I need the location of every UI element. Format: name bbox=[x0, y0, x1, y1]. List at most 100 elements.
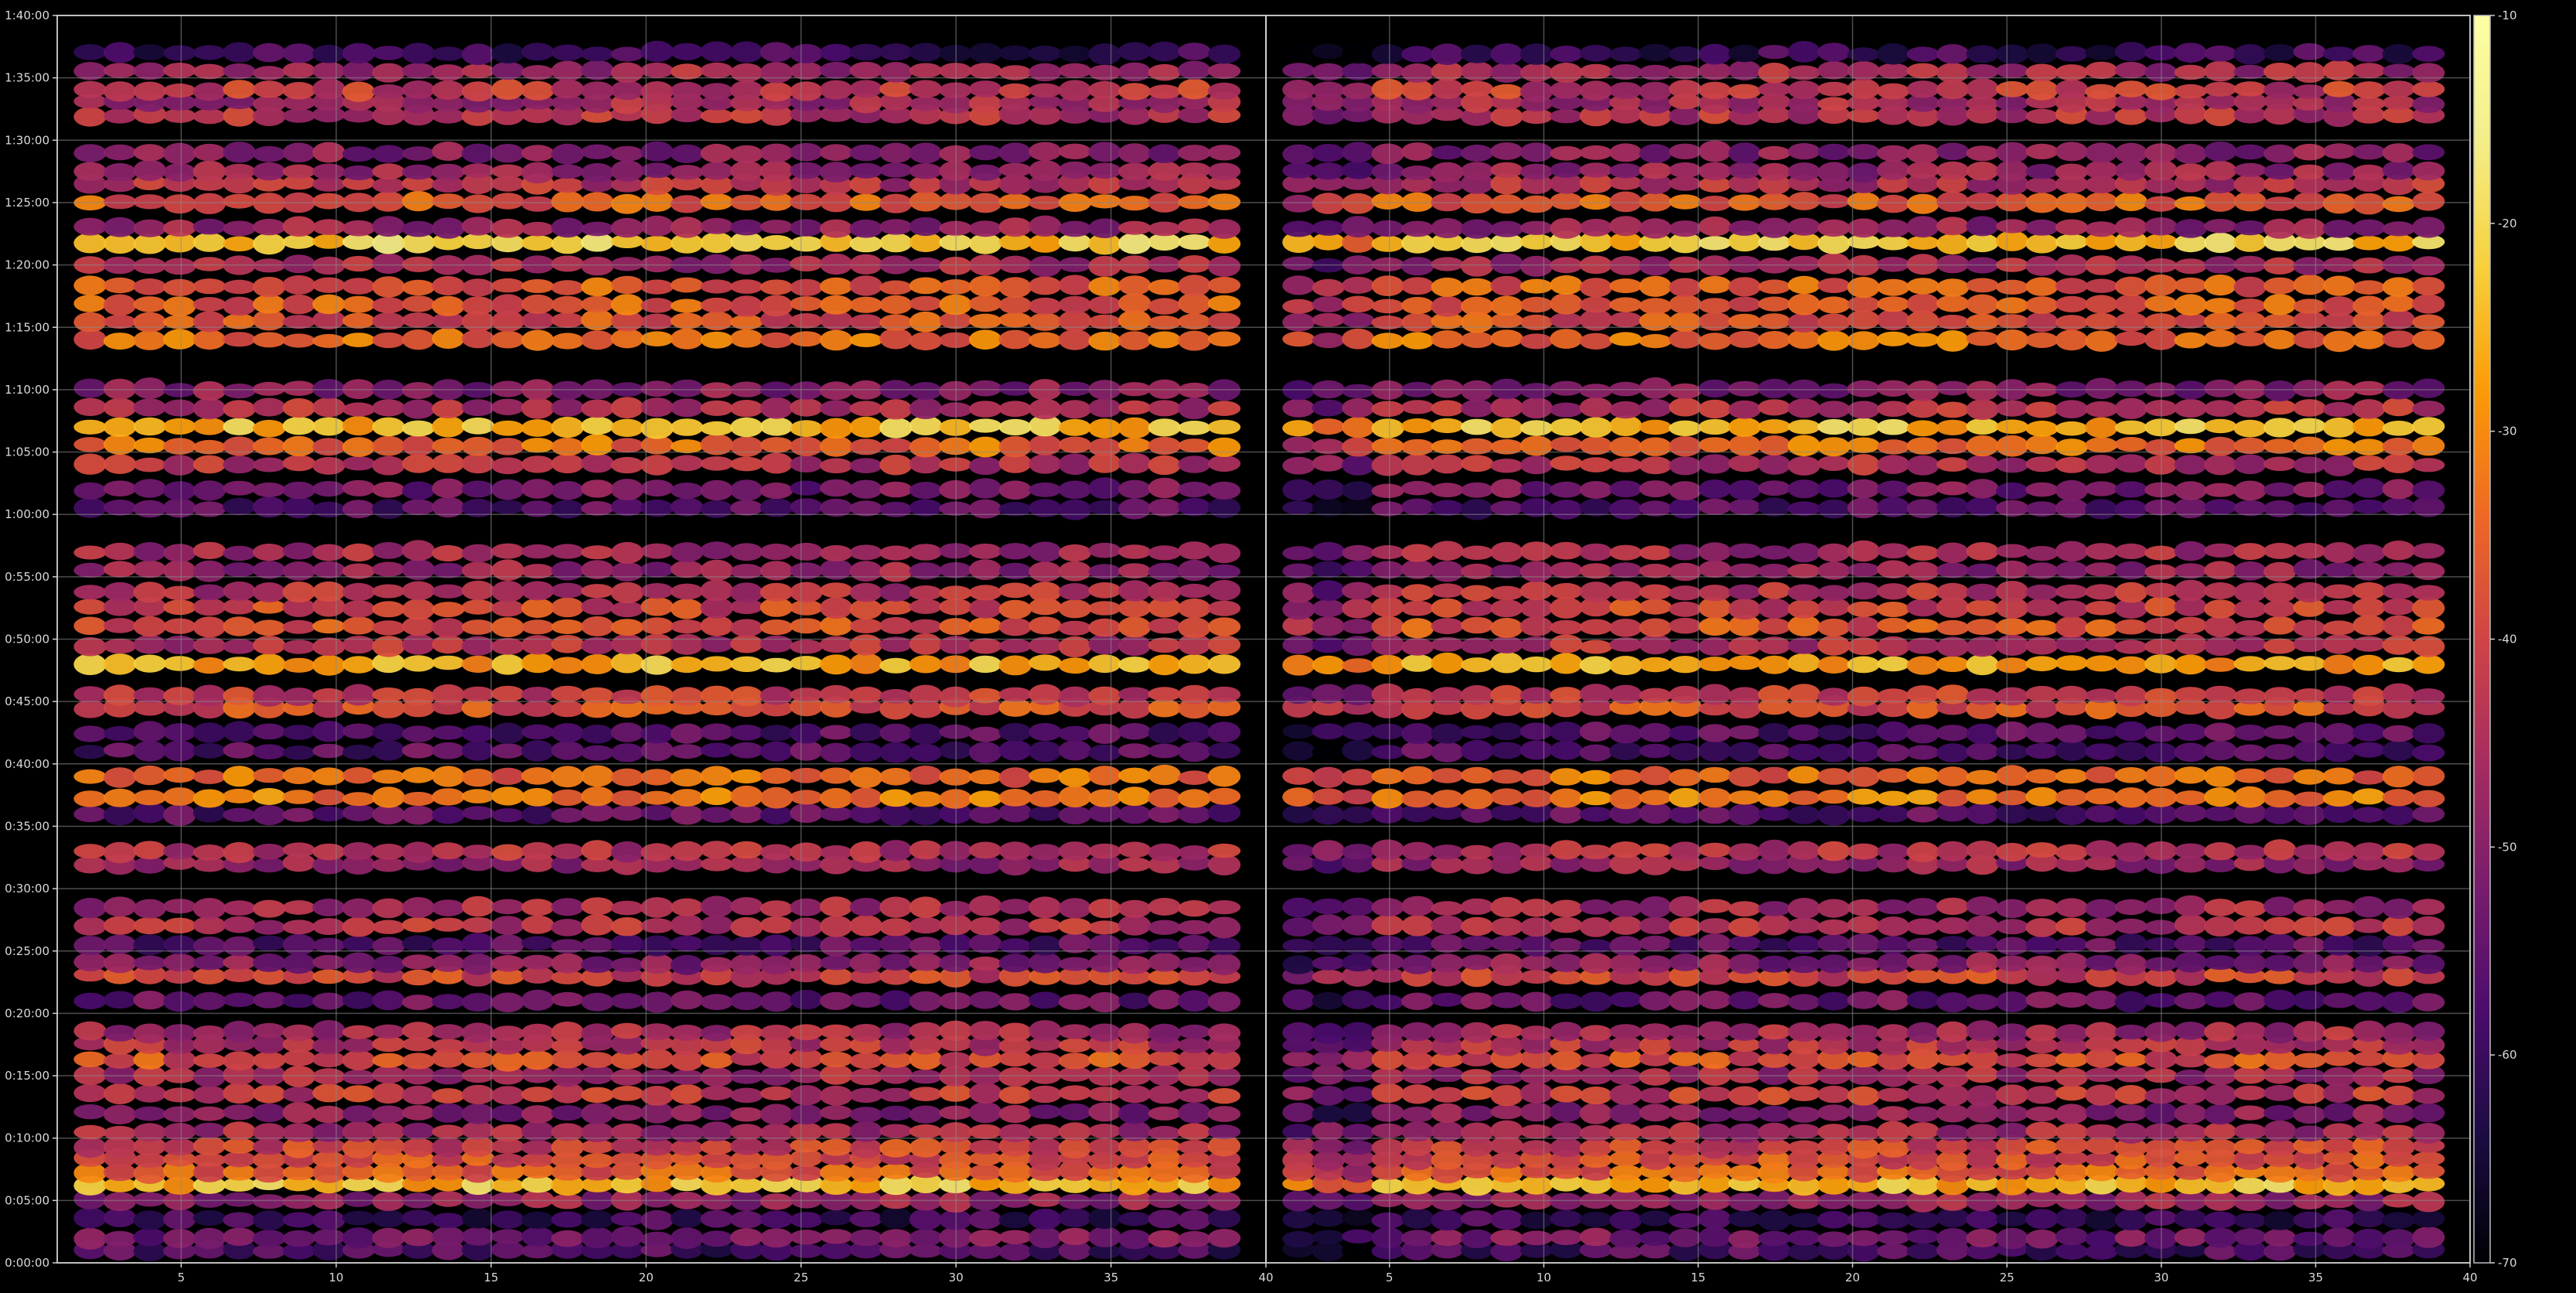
heatmap-cell bbox=[193, 455, 226, 474]
heatmap-cell bbox=[2353, 842, 2386, 861]
heatmap-cell bbox=[700, 41, 734, 62]
heatmap-cell bbox=[1817, 499, 1851, 519]
heatmap-cell bbox=[2114, 1052, 2148, 1067]
heatmap-cell bbox=[432, 1213, 465, 1229]
heatmap-cell bbox=[2353, 399, 2386, 419]
heatmap-cell bbox=[193, 955, 226, 971]
heatmap-cell bbox=[1460, 992, 1494, 1010]
heatmap-cell bbox=[1966, 803, 1999, 824]
heatmap-cell bbox=[610, 479, 644, 500]
heatmap-cell bbox=[969, 418, 1002, 433]
heatmap-cell bbox=[1401, 312, 1435, 333]
heatmap-cell bbox=[1029, 722, 1062, 742]
heatmap-cell bbox=[2382, 277, 2415, 298]
heatmap-cell bbox=[1490, 599, 1523, 618]
heatmap-cell bbox=[401, 43, 435, 64]
heatmap-cell bbox=[820, 955, 853, 971]
heatmap-cell bbox=[1058, 310, 1092, 332]
heatmap-cell bbox=[1520, 80, 1553, 103]
heatmap-cell bbox=[1877, 380, 1910, 397]
heatmap-cell bbox=[401, 1138, 435, 1158]
heatmap-cell bbox=[700, 1025, 734, 1042]
heatmap-cell bbox=[1207, 722, 1241, 743]
heatmap-cell bbox=[730, 634, 763, 653]
heatmap-cell bbox=[401, 581, 435, 601]
heatmap-cell bbox=[1639, 1023, 1672, 1041]
heatmap-cell bbox=[2055, 844, 2088, 861]
heatmap-cell bbox=[2263, 616, 2297, 635]
heatmap-cell bbox=[700, 1105, 734, 1121]
heatmap-cell bbox=[163, 1024, 196, 1042]
heatmap-cell bbox=[1342, 1102, 1375, 1123]
heatmap-cell bbox=[1312, 616, 1345, 636]
heatmap-cell bbox=[730, 936, 763, 956]
heatmap-cell bbox=[1207, 276, 1241, 294]
heatmap-cell bbox=[1579, 684, 1612, 704]
heatmap-cell bbox=[909, 1192, 943, 1211]
heatmap-cell bbox=[1431, 218, 1464, 238]
y-tick-label: 0:25:00 bbox=[5, 944, 49, 958]
heatmap-cell bbox=[1698, 333, 1732, 350]
heatmap-cell bbox=[1490, 769, 1523, 784]
heatmap-cell bbox=[1431, 1087, 1464, 1103]
heatmap-cell bbox=[610, 541, 644, 564]
heatmap-cell bbox=[581, 914, 614, 936]
heatmap-cell bbox=[1698, 954, 1732, 974]
heatmap-cell bbox=[252, 145, 286, 162]
heatmap-cell bbox=[2322, 1138, 2356, 1154]
heatmap-cell bbox=[969, 164, 1002, 181]
heatmap-cell bbox=[551, 597, 585, 618]
heatmap-cell bbox=[581, 453, 614, 473]
heatmap-cell bbox=[1342, 1241, 1375, 1260]
heatmap-cell bbox=[1639, 377, 1672, 399]
heatmap-cell bbox=[759, 619, 793, 636]
heatmap-cell bbox=[1148, 1209, 1182, 1229]
heatmap-cell bbox=[551, 500, 585, 519]
heatmap-cell bbox=[1877, 145, 1910, 162]
heatmap-cell bbox=[312, 1229, 346, 1246]
heatmap-cell bbox=[2353, 598, 2386, 618]
heatmap-cell bbox=[1520, 333, 1553, 350]
heatmap-cell bbox=[2263, 218, 2297, 239]
heatmap-cell bbox=[1995, 1066, 2029, 1083]
heatmap-cell bbox=[759, 42, 793, 63]
heatmap-cell bbox=[163, 142, 196, 165]
heatmap-cell bbox=[193, 397, 226, 420]
heatmap-cell bbox=[401, 190, 435, 212]
heatmap-cell bbox=[1088, 1050, 1121, 1068]
heatmap-cell bbox=[2204, 1084, 2237, 1105]
heatmap-cell bbox=[1401, 915, 1435, 936]
heatmap-cell bbox=[790, 398, 823, 417]
heatmap-cell bbox=[700, 579, 734, 602]
heatmap-cell bbox=[1877, 1087, 1910, 1102]
heatmap-cell bbox=[879, 657, 913, 674]
heatmap-cell bbox=[372, 1024, 405, 1039]
heatmap-cell bbox=[1579, 899, 1612, 915]
heatmap-cell bbox=[2263, 418, 2297, 438]
heatmap-cell bbox=[1401, 841, 1435, 861]
heatmap-cell bbox=[1936, 481, 1970, 496]
heatmap-cell bbox=[1401, 438, 1435, 455]
heatmap-cell bbox=[1490, 742, 1523, 759]
heatmap-cell bbox=[551, 582, 585, 599]
heatmap-cell bbox=[909, 277, 943, 295]
heatmap-cell bbox=[790, 898, 823, 916]
heatmap-cell bbox=[521, 788, 554, 807]
heatmap-cell bbox=[2025, 163, 2059, 179]
heatmap-cell bbox=[670, 1025, 704, 1041]
heatmap-cell bbox=[462, 896, 495, 917]
heatmap-cell bbox=[432, 1191, 465, 1207]
heatmap-cell bbox=[163, 1138, 196, 1156]
heatmap-cell bbox=[1460, 44, 1494, 63]
heatmap-cell bbox=[790, 62, 823, 80]
heatmap-cell bbox=[1490, 1191, 1523, 1208]
heatmap-cell bbox=[1817, 543, 1851, 562]
heatmap-cell bbox=[2174, 163, 2207, 181]
heatmap-cell bbox=[1728, 599, 1762, 620]
heatmap-cell bbox=[252, 419, 286, 438]
heatmap-cell bbox=[1609, 544, 1643, 561]
heatmap-cell bbox=[2382, 991, 2415, 1013]
heatmap-cell bbox=[73, 275, 107, 295]
heatmap-cell bbox=[223, 497, 256, 516]
heatmap-cell bbox=[1282, 897, 1315, 918]
